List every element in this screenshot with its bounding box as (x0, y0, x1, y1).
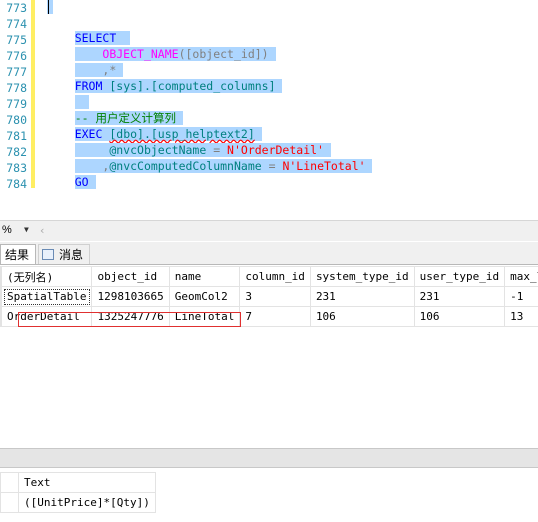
row-header[interactable] (0, 492, 19, 513)
grid-cell[interactable]: 231 (309, 286, 415, 307)
code-line-778 (47, 78, 89, 109)
row-header-corner[interactable] (0, 472, 19, 493)
code-line-782: ,@nvcComputedColumnName = N'LineTotal' (47, 142, 373, 173)
tab-results[interactable]: 结果 (0, 244, 36, 264)
code-line-775: OBJECT_NAME([object_id]) (47, 30, 276, 61)
code-line-777: FROM [sys].[computed_columns] (47, 62, 283, 93)
chevron-down-icon[interactable]: ▼ (24, 225, 29, 234)
table-row[interactable]: ([UnitPrice]*[Qty]) (0, 492, 156, 513)
line-number: 784 (6, 177, 27, 191)
code-line-774: SELECT (47, 14, 131, 45)
code-line-780: EXEC [dbo].[usp_helptext2] (47, 110, 262, 141)
column-header[interactable]: user_type_id (413, 266, 506, 287)
keyword-go: GO (74, 175, 89, 189)
column-header[interactable]: name (168, 266, 241, 287)
grid-cell[interactable]: 231 (413, 286, 506, 307)
message-icon (42, 249, 54, 260)
line-number: 777 (6, 65, 27, 79)
results-grid-2[interactable]: Text ([UnitPrice]*[Qty]) (0, 472, 156, 513)
grid-cell[interactable]: 106 (309, 306, 415, 327)
line-number: 776 (6, 49, 27, 63)
editor-status-bar: % ▼ ‹ (0, 220, 538, 241)
grid-header-row: (无列名) object_id name column_id system_ty… (0, 266, 538, 287)
line-number: 781 (6, 129, 27, 143)
grid-cell[interactable]: SpatialTable (0, 286, 93, 307)
grid-cell[interactable]: 106 (413, 306, 506, 327)
column-header[interactable]: max_l (504, 266, 538, 287)
grid-header-row: Text (0, 472, 156, 493)
column-header[interactable]: column_id (239, 266, 311, 287)
equals: = (261, 159, 283, 173)
sql-editor[interactable]: 773 774 775 776 777 778 779 780 781 782 … (0, 0, 538, 220)
grid-splitter[interactable] (0, 448, 538, 468)
grid-cell[interactable]: 7 (239, 306, 311, 327)
column-header[interactable]: Text (18, 472, 156, 493)
function-args: ([object_id]) (178, 47, 269, 61)
results-tab-bar: 结果 消息 (0, 242, 538, 265)
highlight-annotation-box (18, 312, 241, 327)
tab-messages[interactable]: 消息 (38, 244, 90, 264)
line-number: 782 (6, 145, 27, 159)
table-name: [sys].[computed_columns] (109, 79, 276, 93)
text-caret (48, 0, 49, 14)
table-row[interactable]: SpatialTable 1298103665 GeomCol2 3 231 2… (0, 286, 538, 307)
scroll-left-icon[interactable]: ‹ (40, 224, 44, 237)
change-tracking-bar (31, 0, 35, 188)
param-computed-column-name: @nvcComputedColumnName (109, 159, 262, 173)
grid-cell[interactable]: -1 (504, 286, 538, 307)
tab-messages-label: 消息 (59, 248, 84, 262)
column-header[interactable]: object_id (91, 266, 170, 287)
grid-cell[interactable]: 1298103665 (91, 286, 170, 307)
string-linetotal: N'LineTotal' (282, 159, 366, 173)
zoom-level[interactable]: % (2, 224, 12, 236)
column-header[interactable]: (无列名) (0, 266, 93, 287)
grid-cell[interactable]: ([UnitPrice]*[Qty]) (18, 492, 156, 513)
line-number: 779 (6, 97, 27, 111)
code-line-781: @nvcObjectName = N'OrderDetail' (47, 126, 331, 157)
code-line-779: -- 用户定义计算列 (47, 94, 183, 125)
grid-cell[interactable]: 13 (504, 306, 538, 327)
line-number: 773 (6, 1, 27, 15)
grid-cell[interactable]: 3 (239, 286, 311, 307)
code-line-783: GO (47, 158, 96, 189)
line-number: 780 (6, 113, 27, 127)
line-number: 774 (6, 17, 27, 31)
line-number: 775 (6, 33, 27, 47)
line-number: 783 (6, 161, 27, 175)
code-line-776: ,* (47, 46, 124, 77)
column-header[interactable]: system_type_id (309, 266, 415, 287)
line-number: 778 (6, 81, 27, 95)
grid-cell[interactable]: GeomCol2 (168, 286, 241, 307)
